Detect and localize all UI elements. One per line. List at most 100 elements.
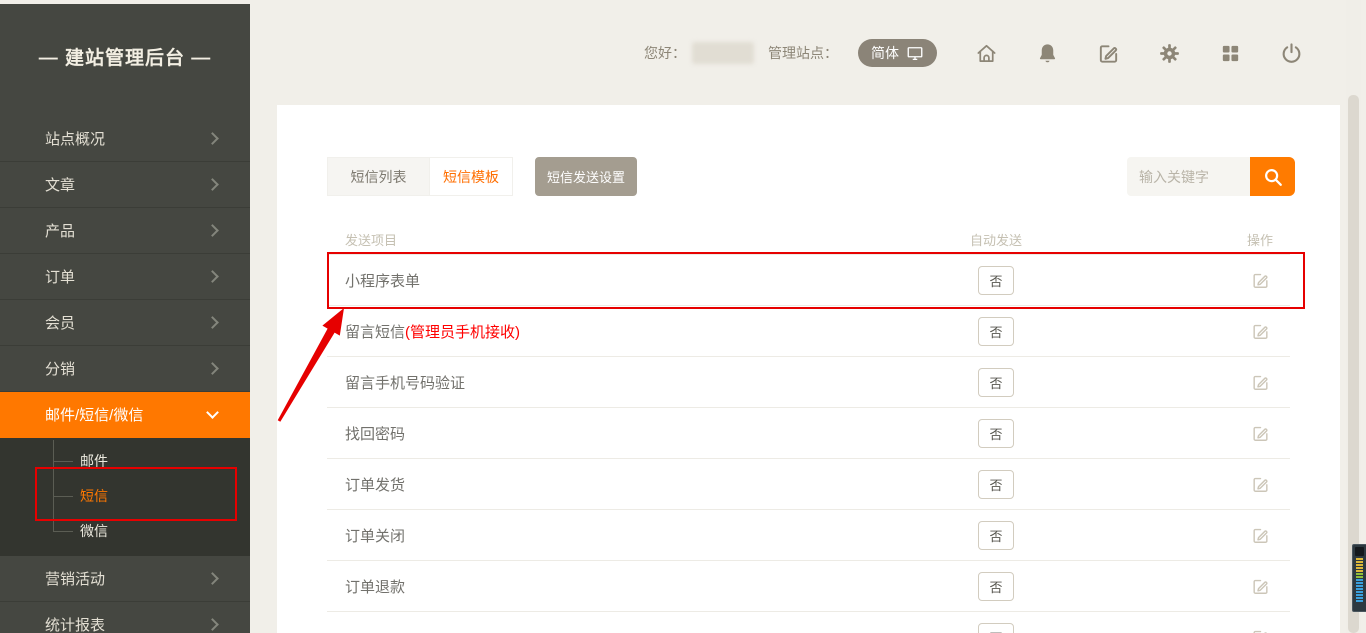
language-site-button[interactable]: 简体 xyxy=(858,39,937,67)
chevron-down-icon xyxy=(206,406,219,419)
scrollbar[interactable] xyxy=(1346,0,1361,633)
chevron-right-icon xyxy=(206,224,219,237)
sidebar-item-label: 会员 xyxy=(45,312,75,333)
sidebar-item-distribution[interactable]: 分销 xyxy=(0,346,250,392)
table-row: 找回密码 否 xyxy=(327,408,1290,459)
table-row: 留言短信(管理员手机接收) 否 xyxy=(327,306,1290,357)
floating-widget[interactable] xyxy=(1352,544,1366,612)
sidebar-submenu: 邮件 短信 微信 xyxy=(0,438,250,556)
row-label: 找回密码 xyxy=(345,426,405,443)
sidebar-item-label: 站点概况 xyxy=(45,128,105,149)
search-icon xyxy=(1262,166,1284,188)
apps-button[interactable] xyxy=(1218,41,1242,65)
home-icon xyxy=(975,42,998,65)
auto-send-toggle-button[interactable]: 否 xyxy=(978,368,1014,397)
column-header-auto-send: 自动发送 xyxy=(951,230,1041,254)
tab-sms-list[interactable]: 短信列表 xyxy=(327,157,430,196)
edit-row-icon[interactable] xyxy=(1251,322,1270,341)
power-icon xyxy=(1280,42,1303,65)
tab-sms-templates[interactable]: 短信模板 xyxy=(430,157,513,196)
notifications-button[interactable] xyxy=(1035,41,1059,65)
auto-send-toggle-button[interactable]: 否 xyxy=(978,572,1014,601)
sidebar-nav: 站点概况 文章 产品 订单 会员 分销 xyxy=(0,116,250,633)
sidebar-item-marketing[interactable]: 营销活动 xyxy=(0,556,250,602)
redacted-username xyxy=(692,42,754,64)
sidebar-item-label: 订单 xyxy=(45,266,75,287)
sidebar-subitem-wechat[interactable]: 微信 xyxy=(0,514,250,549)
floating-widget-header xyxy=(1355,547,1364,556)
sidebar-subitem-sms[interactable]: 短信 xyxy=(0,479,250,514)
chevron-right-icon xyxy=(206,132,219,145)
row-label: 留言手机号码验证 xyxy=(345,375,465,392)
sidebar-item-mail-sms-wechat[interactable]: 邮件/短信/微信 xyxy=(0,392,250,438)
edit-row-icon[interactable] xyxy=(1251,373,1270,392)
table-row: 订单发货 否 xyxy=(327,459,1290,510)
chevron-right-icon xyxy=(206,572,219,585)
sidebar-item-label: 产品 xyxy=(45,220,75,241)
search-button[interactable] xyxy=(1250,157,1295,196)
content-card: 短信列表 短信模板 短信发送设置 发送项目 自动发送 操作 小程序表单 否 xyxy=(277,105,1340,633)
home-button[interactable] xyxy=(974,41,998,65)
chevron-right-icon xyxy=(206,178,219,191)
sidebar-item-reports[interactable]: 统计报表 xyxy=(0,602,250,633)
grid-icon xyxy=(1219,42,1242,65)
sidebar-item-label: 营销活动 xyxy=(45,568,105,589)
search-input[interactable] xyxy=(1127,157,1250,196)
edit-row-icon[interactable] xyxy=(1251,271,1270,290)
sidebar-item-orders[interactable]: 订单 xyxy=(0,254,250,300)
auto-send-toggle-button[interactable]: 否 xyxy=(978,317,1014,346)
sms-template-table: 发送项目 自动发送 操作 小程序表单 否 留言短信(管理员手机接收) 否 留言手… xyxy=(327,230,1290,633)
language-label: 简体 xyxy=(871,43,899,63)
logout-button[interactable] xyxy=(1279,41,1303,65)
compose-button[interactable] xyxy=(1096,41,1120,65)
chevron-right-icon xyxy=(206,316,219,329)
row-label: 小程序表单 xyxy=(345,273,420,290)
edit-row-icon[interactable] xyxy=(1251,628,1270,633)
row-label-note: (管理员手机接收) xyxy=(405,324,520,341)
sidebar-item-site-overview[interactable]: 站点概况 xyxy=(0,116,250,162)
row-label: 留言短信 xyxy=(345,324,405,341)
sidebar-item-label: 文章 xyxy=(45,174,75,195)
sidebar: — 建站管理后台 — 站点概况 文章 产品 订单 会员 xyxy=(0,4,250,633)
auto-send-toggle-button[interactable]: 否 xyxy=(978,623,1014,633)
table-row: 订单退款 否 xyxy=(327,561,1290,612)
sms-send-settings-button[interactable]: 短信发送设置 xyxy=(535,157,637,196)
edit-row-icon[interactable] xyxy=(1251,475,1270,494)
page: — 建站管理后台 — 站点概况 文章 产品 订单 会员 xyxy=(0,0,1366,633)
monitor-icon xyxy=(906,44,924,62)
edit-row-icon[interactable] xyxy=(1251,526,1270,545)
manage-site-label: 管理站点： xyxy=(768,43,838,63)
topbar: 您好： 管理站点： 简体 xyxy=(250,0,1366,105)
gear-icon xyxy=(1158,42,1181,65)
auto-send-toggle-button[interactable]: 否 xyxy=(978,419,1014,448)
column-gap xyxy=(1041,230,1230,254)
bell-icon xyxy=(1036,42,1059,65)
sidebar-item-articles[interactable]: 文章 xyxy=(0,162,250,208)
widget-yellow-bars xyxy=(1356,558,1363,573)
chevron-right-icon xyxy=(206,618,219,631)
row-label: 订单退款 xyxy=(345,579,405,596)
table-row: 否 xyxy=(327,612,1290,633)
sidebar-item-label: 邮件/短信/微信 xyxy=(45,404,143,425)
row-label: 订单发货 xyxy=(345,477,405,494)
table-row: 小程序表单 否 xyxy=(327,255,1290,306)
table-header: 发送项目 自动发送 操作 xyxy=(327,230,1290,255)
column-header-send-item: 发送项目 xyxy=(327,230,951,254)
sidebar-subitem-mail[interactable]: 邮件 xyxy=(0,444,250,479)
auto-send-toggle-button[interactable]: 否 xyxy=(978,470,1014,499)
sidebar-item-label: 分销 xyxy=(45,358,75,379)
sidebar-item-products[interactable]: 产品 xyxy=(0,208,250,254)
sidebar-item-members[interactable]: 会员 xyxy=(0,300,250,346)
edit-icon xyxy=(1097,42,1120,65)
row-label: 订单关闭 xyxy=(345,528,405,545)
edit-row-icon[interactable] xyxy=(1251,424,1270,443)
app-title: — 建站管理后台 — xyxy=(0,4,250,116)
settings-button[interactable] xyxy=(1157,41,1181,65)
auto-send-toggle-button[interactable]: 否 xyxy=(978,266,1014,295)
sidebar-item-label: 统计报表 xyxy=(45,614,105,633)
edit-row-icon[interactable] xyxy=(1251,577,1270,596)
chevron-right-icon xyxy=(206,362,219,375)
spacer xyxy=(637,157,1127,196)
column-header-action: 操作 xyxy=(1230,230,1290,254)
auto-send-toggle-button[interactable]: 否 xyxy=(978,521,1014,550)
